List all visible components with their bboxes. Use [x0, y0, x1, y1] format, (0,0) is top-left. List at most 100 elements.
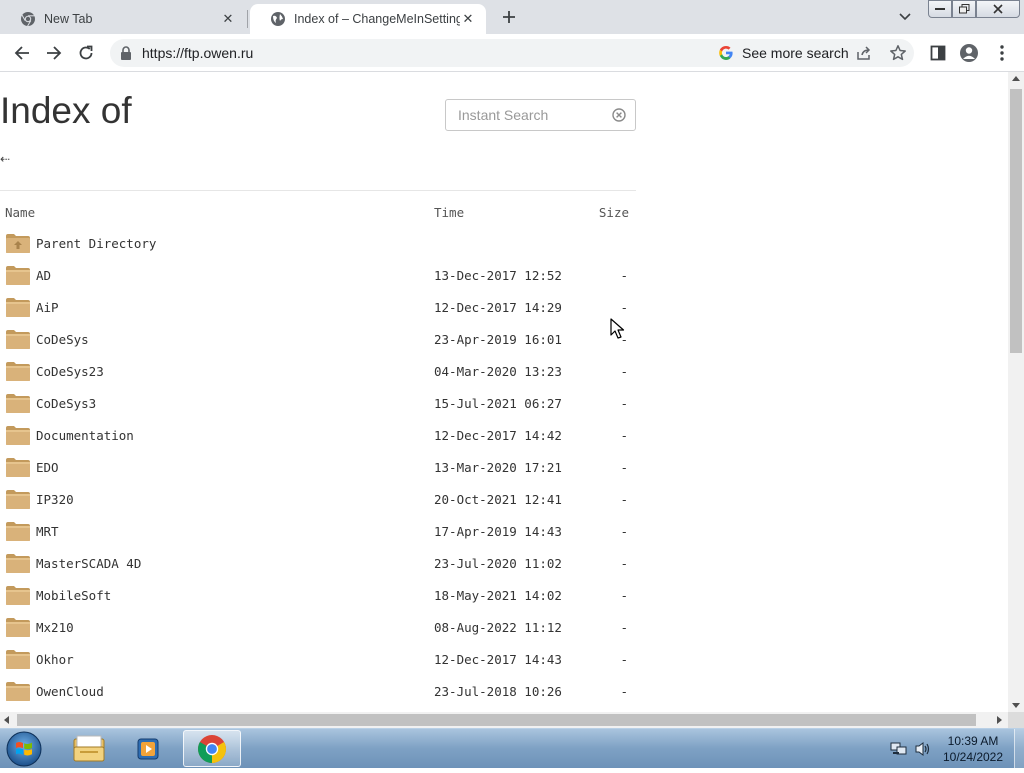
clock-time: 10:39 AM: [947, 734, 999, 748]
vertical-scroll-thumb[interactable]: [1010, 89, 1022, 353]
entry-time: 08-Aug-2022 11:12: [434, 620, 562, 635]
table-row[interactable]: Okhor 12-Dec-2017 14:43 -: [0, 643, 636, 675]
chrome-icon: [20, 11, 36, 27]
entry-time: 12-Dec-2017 14:43: [434, 652, 562, 667]
network-icon[interactable]: [890, 741, 908, 757]
table-row[interactable]: CoDeSys 23-Apr-2019 16:01-: [0, 323, 636, 355]
restore-button[interactable]: [952, 0, 976, 18]
start-button[interactable]: [4, 730, 44, 768]
table-row[interactable]: MRT 17-Apr-2019 14:43 -: [0, 515, 636, 547]
entry-name-link[interactable]: AD: [36, 268, 51, 283]
folder-icon: [5, 585, 31, 606]
entry-name-link[interactable]: MobileSoft: [36, 588, 111, 603]
vertical-scrollbar[interactable]: [1008, 72, 1024, 712]
folder-icon: [5, 457, 31, 478]
close-tab-icon[interactable]: ✕: [460, 11, 476, 27]
folder-icon: [5, 521, 31, 542]
parent-directory-link[interactable]: Parent Directory: [36, 236, 156, 251]
table-row[interactable]: AiP 12-Dec-2017 14:29 -: [0, 291, 636, 323]
scroll-right-arrow-icon[interactable]: [997, 716, 1002, 724]
reload-button[interactable]: [74, 41, 98, 65]
page-title: Index of: [0, 90, 132, 131]
new-tab-button[interactable]: [498, 6, 520, 28]
parent-directory-row[interactable]: Parent Directory: [0, 227, 636, 259]
table-row[interactable]: MobileSoft 18-May-2021 14:02 -: [0, 579, 636, 611]
entry-name-link[interactable]: IP320: [36, 492, 74, 507]
table-row[interactable]: Mx210 08-Aug-2022 11:12 -: [0, 611, 636, 643]
forward-button[interactable]: [42, 41, 66, 65]
entry-time: 23-Jul-2018 10:26: [434, 684, 562, 699]
back-button[interactable]: [10, 41, 34, 65]
table-row[interactable]: MasterSCADA 4D 23-Jul-2020 11:02 -: [0, 547, 636, 579]
folder-icon: [5, 393, 31, 414]
entry-name-link[interactable]: AiP: [36, 300, 59, 315]
address-bar[interactable]: https://ftp.owen.ru See more search: [110, 39, 914, 67]
entry-size: -: [620, 556, 628, 571]
see-more-search-chip[interactable]: See more search: [742, 45, 849, 61]
horizontal-scroll-thumb[interactable]: [17, 714, 976, 726]
horizontal-scrollbar[interactable]: [0, 712, 1008, 728]
clock-date: 10/24/2022: [942, 750, 1004, 764]
entry-name-link[interactable]: Mx210: [36, 620, 74, 635]
entry-time: 18-May-2021 14:02: [434, 588, 562, 603]
entry-name-link[interactable]: CoDeSys3: [36, 396, 96, 411]
tab-index-of[interactable]: Index of – ChangeMeInSettings ✕: [250, 4, 486, 34]
folder-icon: [5, 681, 31, 702]
instant-search-input[interactable]: [446, 100, 606, 130]
menu-kebab-icon[interactable]: [992, 43, 1012, 63]
entry-name-link[interactable]: EDO: [36, 460, 59, 475]
scroll-down-arrow-icon[interactable]: [1012, 703, 1020, 708]
parent-folder-icon: [5, 233, 31, 254]
table-row[interactable]: EDO 13-Mar-2020 17:21 -: [0, 451, 636, 483]
bookmark-star-icon[interactable]: [889, 44, 907, 62]
table-row[interactable]: OwenCloud 23-Jul-2018 10:26 -: [0, 675, 636, 707]
entry-size: -: [620, 652, 628, 667]
entry-name-link[interactable]: OwenCloud: [36, 684, 104, 699]
media-player-icon[interactable]: [120, 730, 178, 767]
scroll-up-arrow-icon[interactable]: [1012, 76, 1020, 81]
tab-separator: [247, 10, 248, 28]
tab-search-chevron-icon[interactable]: [896, 8, 914, 26]
table-row[interactable]: Documentation 12-Dec-2017 14:42 -: [0, 419, 636, 451]
entry-name-link[interactable]: CoDeSys: [36, 332, 89, 347]
windows-explorer-icon[interactable]: [60, 730, 118, 767]
entry-name-link[interactable]: Okhor: [36, 652, 74, 667]
entry-name-link[interactable]: MasterSCADA 4D: [36, 556, 141, 571]
entry-name-link[interactable]: MRT: [36, 524, 59, 539]
column-header-size[interactable]: Size: [599, 205, 629, 220]
minimize-button[interactable]: [928, 0, 952, 18]
table-row[interactable]: CoDeSys23 04-Mar-2020 13:23 -: [0, 355, 636, 387]
folder-icon: [5, 617, 31, 638]
system-clock[interactable]: 10:39 AM 10/24/2022: [936, 733, 1010, 765]
table-row[interactable]: AD 13-Dec-2017 12:52 -: [0, 259, 636, 291]
entry-name-link[interactable]: Documentation: [36, 428, 134, 443]
close-tab-icon[interactable]: ✕: [220, 11, 236, 27]
back-link[interactable]: ⇠: [0, 152, 10, 167]
instant-search-box[interactable]: [445, 99, 636, 131]
column-header-name[interactable]: Name: [5, 205, 35, 220]
url-text[interactable]: https://ftp.owen.ru: [142, 45, 253, 61]
close-window-button[interactable]: [976, 0, 1020, 18]
show-desktop-button[interactable]: [1014, 729, 1024, 769]
table-row[interactable]: IP320 20-Oct-2021 12:41 -: [0, 483, 636, 515]
entry-size: -: [620, 620, 628, 635]
column-header-time[interactable]: Time: [434, 205, 464, 220]
folder-icon: [5, 329, 31, 350]
clear-search-icon[interactable]: [612, 108, 626, 122]
side-panel-icon[interactable]: [928, 43, 948, 63]
lock-icon[interactable]: [120, 46, 132, 60]
chrome-taskbar-button[interactable]: [183, 730, 241, 767]
entry-time: 20-Oct-2021 12:41: [434, 492, 562, 507]
table-row[interactable]: CoDeSys3 15-Jul-2021 06:27 -: [0, 387, 636, 419]
entry-name-link[interactable]: CoDeSys23: [36, 364, 104, 379]
page-viewport: Index of ⇠ Name Time Size Parent Directo…: [0, 72, 1008, 712]
tab-new-tab[interactable]: New Tab ✕: [0, 4, 246, 34]
globe-icon: [270, 11, 286, 27]
share-icon[interactable]: [856, 45, 872, 61]
entry-time: 15-Jul-2021 06:27: [434, 396, 562, 411]
profile-avatar-icon[interactable]: [959, 43, 979, 63]
scroll-left-arrow-icon[interactable]: [4, 716, 9, 724]
scrollbar-corner: [1008, 712, 1024, 728]
mouse-cursor-icon: [610, 318, 625, 339]
volume-icon[interactable]: [914, 741, 932, 757]
